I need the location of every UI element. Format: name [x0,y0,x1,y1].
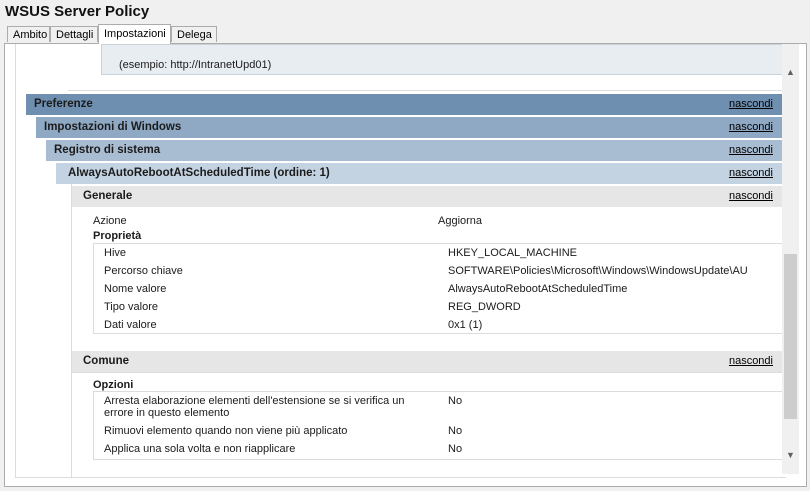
prop-label-value-data: Dati valore [104,319,157,331]
prop-label-hive: Hive [104,247,127,259]
window-title: WSUS Server Policy [5,3,150,20]
section-registry-title: Registro di sistema [54,144,161,156]
registry-hide-link[interactable]: nascondi [729,140,773,161]
registry-item-hide-link[interactable]: nascondi [729,163,773,184]
prop-value-value-data: 0x1 (1) [448,319,483,331]
scrollbar-thumb[interactable] [784,254,797,419]
section-windows-settings: Impostazioni di Windows nascondi [36,116,783,138]
options-table: Arresta elaborazione elementi dell'esten… [93,391,783,460]
tab-ambito[interactable]: Ambito [7,26,50,42]
comune-title: Comune [83,355,129,367]
section-registry-item: AlwaysAutoRebootAtScheduledTime (ordine:… [56,162,783,184]
section-windows-settings-title: Impostazioni di Windows [44,121,182,133]
prop-label-value-name: Nome valore [104,283,167,295]
azione-label: Azione [93,215,127,227]
section-preferenze: Preferenze nascondi [26,93,783,115]
option-value-remove-when-not-applied: No [448,425,463,437]
properties-table: Hive HKEY_LOCAL_MACHINE Percorso chiave … [93,243,783,334]
previous-section-bottom [68,44,783,91]
tab-delega[interactable]: Delega [171,26,217,42]
section-preferenze-title: Preferenze [34,98,93,110]
registry-item-title: AlwaysAutoRebootAtScheduledTime (ordine:… [68,167,330,179]
option-value-stop-on-error: No [448,395,463,407]
scroll-up-arrow-icon[interactable]: ▲ [782,64,799,81]
option-label-stop-on-error: Arresta elaborazione elementi dell'esten… [104,395,405,419]
prop-label-value-type: Tipo valore [104,301,159,313]
prop-value-value-type: REG_DWORD [448,301,521,313]
opzioni-title: Opzioni [93,379,134,391]
generale-hide-link[interactable]: nascondi [729,186,773,207]
tab-impostazioni[interactable]: Impostazioni [98,24,171,44]
settings-panel: (esempio: http://IntranetUpd01) Preferen… [4,43,807,487]
azione-value: Aggiorna [438,215,483,227]
proprieta-title: Proprietà [93,230,142,242]
comune-hide-link[interactable]: nascondi [729,351,773,372]
preferenze-hide-link[interactable]: nascondi [729,94,773,115]
tab-dettagli[interactable]: Dettagli [50,26,98,42]
prop-label-key-path: Percorso chiave [104,265,183,277]
option-label-remove-when-not-applied: Rimuovi elemento quando non viene più ap… [104,425,348,437]
subsection-comune: Comune nascondi [72,350,783,372]
generale-title: Generale [83,190,133,202]
prop-value-hive: HKEY_LOCAL_MACHINE [448,247,577,259]
prop-value-key-path: SOFTWARE\Policies\Microsoft\Windows\Wind… [448,265,748,277]
section-registry: Registro di sistema nascondi [46,139,783,161]
prop-value-value-name: AlwaysAutoRebootAtScheduledTime [448,283,628,295]
windows-settings-hide-link[interactable]: nascondi [729,117,773,138]
option-value-apply-once: No [448,443,463,455]
report-content: (esempio: http://IntranetUpd01) Preferen… [15,44,786,478]
option-label-apply-once: Applica una sola volta e non riapplicare [104,443,296,455]
scroll-down-arrow-icon[interactable]: ▼ [782,447,799,464]
vertical-scrollbar[interactable]: ▲ ▼ [782,44,799,474]
subsection-generale: Generale nascondi [72,185,783,207]
